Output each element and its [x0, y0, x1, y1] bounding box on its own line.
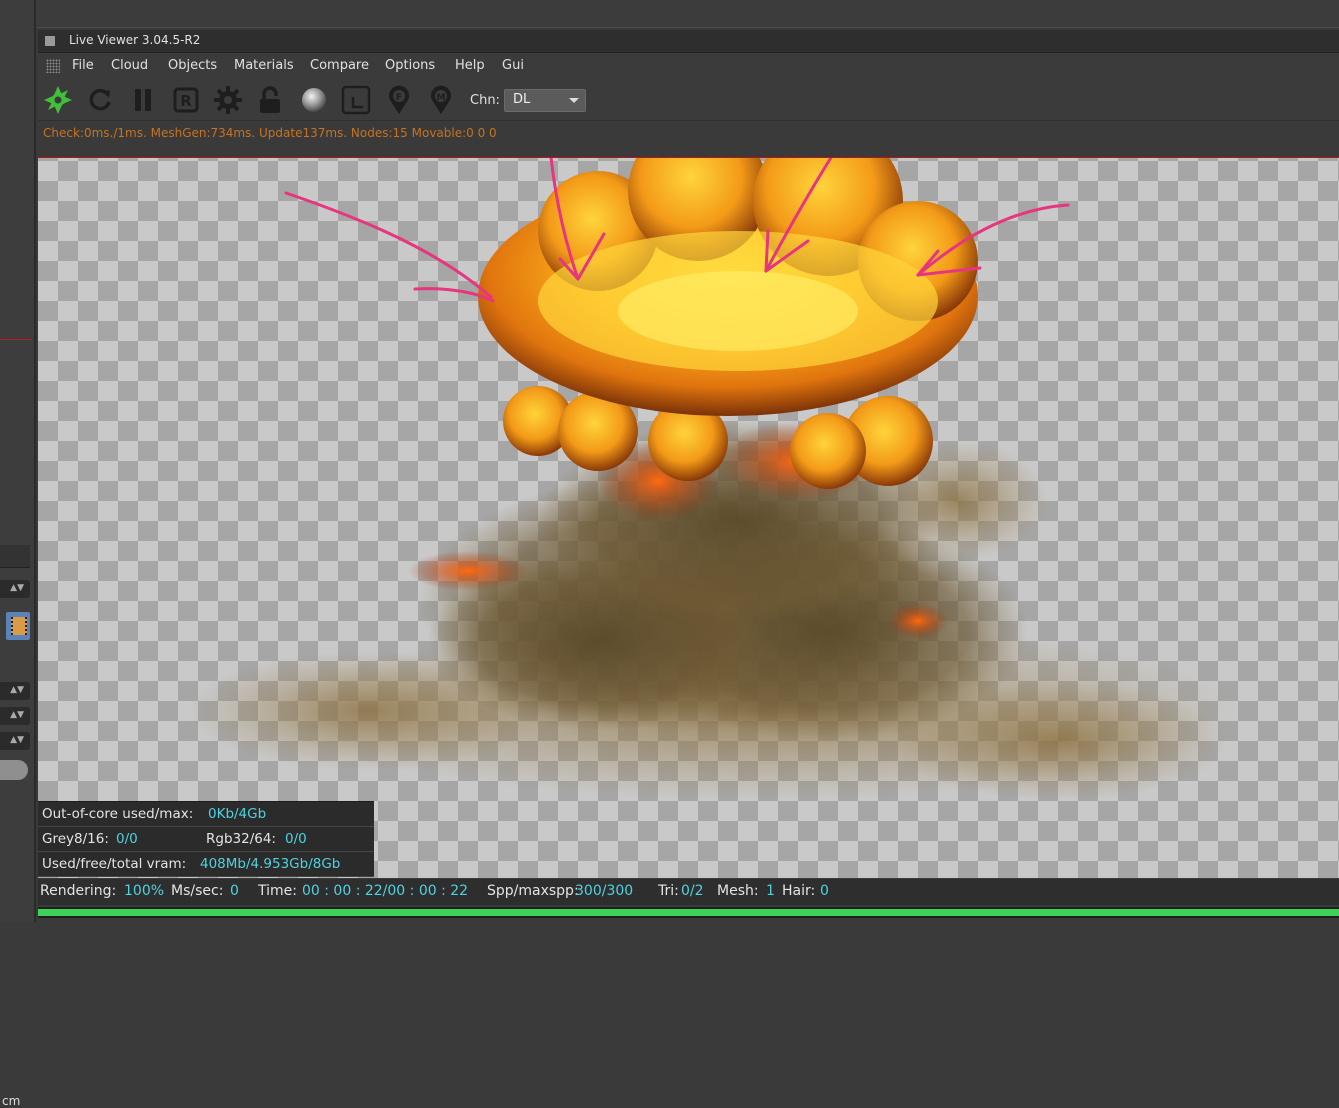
region-render-icon[interactable]: [341, 85, 371, 115]
render-image: [188, 121, 1238, 801]
window-icon: [45, 36, 55, 46]
channel-select[interactable]: DL: [504, 89, 586, 112]
menu-cloud[interactable]: Cloud: [111, 58, 148, 73]
r-lock-icon[interactable]: R: [171, 85, 201, 115]
settings-gear-icon[interactable]: [213, 85, 243, 115]
memory-info-panel: Out-of-core used/max: 0Kb/4Gb Grey8/16: …: [38, 801, 374, 877]
menu-file[interactable]: File: [72, 58, 94, 73]
pause-icon[interactable]: [128, 85, 158, 115]
spp-label: Spp/maxspp:: [487, 883, 579, 899]
menu-help[interactable]: Help: [455, 58, 485, 73]
grip-icon[interactable]: [46, 59, 60, 73]
mssec-value: 0: [230, 883, 239, 899]
host-top-bar: [36, 0, 1339, 28]
side-spinner[interactable]: ▲▼: [0, 707, 30, 725]
refresh-icon[interactable]: [85, 85, 115, 115]
side-spinner[interactable]: ▲▼: [0, 682, 30, 700]
out-of-core-label: Out-of-core used/max:: [42, 806, 194, 822]
rendering-label: Rendering:: [40, 883, 117, 899]
texture-row: Grey8/16: 0/0 Rgb32/64: 0/0: [38, 827, 374, 852]
lock-icon[interactable]: [255, 85, 285, 115]
time-label: Time:: [258, 883, 297, 899]
render-stats-text: Check:0ms./1ms. MeshGen:734ms. Update137…: [43, 126, 497, 140]
out-of-core-value: 0Kb/4Gb: [208, 806, 267, 822]
side-spinner[interactable]: ▲▼: [0, 580, 30, 598]
rgb-label: Rgb32/64:: [206, 831, 276, 847]
material-sphere-icon[interactable]: [299, 85, 329, 115]
host-side-panel: cm ▲▼ ▲▼ ▲▼ ▲▼: [0, 0, 36, 1108]
tri-label: Tri:: [658, 883, 679, 899]
side-spinner[interactable]: ▲▼: [0, 732, 30, 750]
unit-label: cm: [2, 1094, 21, 1108]
film-strip-icon[interactable]: [6, 612, 30, 640]
chevron-down-icon: [569, 98, 579, 103]
title-bar[interactable]: Live Viewer 3.04.5-R2: [38, 30, 1339, 53]
guide-line: [38, 157, 1339, 158]
octane-logo-icon[interactable]: [43, 85, 73, 115]
menu-options[interactable]: Options: [385, 58, 435, 73]
mesh-value: 1: [766, 883, 775, 899]
mesh-label: Mesh:: [717, 883, 759, 899]
time-value: 00 : 00 : 22/00 : 00 : 22: [302, 883, 469, 899]
status-bar: Rendering: 100% Ms/sec: 0 Time: 00 : 00 …: [38, 879, 1339, 905]
mssec-label: Ms/sec:: [171, 883, 224, 899]
toolbar: R F M Chn: DL: [38, 80, 1339, 121]
vram-value: 408Mb/4.953Gb/8Gb: [200, 856, 341, 872]
svg-text:M: M: [437, 93, 446, 103]
focus-pick-icon[interactable]: F: [384, 85, 414, 115]
rgb-value: 0/0: [285, 831, 307, 847]
vram-label: Used/free/total vram:: [42, 856, 187, 872]
svg-text:R: R: [180, 92, 192, 110]
menu-compare[interactable]: Compare: [310, 58, 369, 73]
rendering-value: 100%: [124, 883, 165, 899]
guide-line: [0, 339, 32, 340]
render-viewport[interactable]: Check:0ms./1ms. MeshGen:734ms. Update137…: [38, 121, 1339, 878]
tri-value: 0/2: [681, 883, 704, 899]
grey-label: Grey8/16:: [42, 831, 109, 847]
menu-materials[interactable]: Materials: [234, 58, 294, 73]
window-title: Live Viewer 3.04.5-R2: [69, 33, 201, 47]
menu-gui[interactable]: Gui: [502, 58, 524, 73]
channel-value: DL: [513, 92, 531, 107]
spp-value: 300/300: [575, 883, 634, 899]
vram-row: Used/free/total vram: 408Mb/4.953Gb/8Gb: [38, 852, 374, 877]
side-toggle[interactable]: [0, 760, 28, 780]
menu-objects[interactable]: Objects: [168, 58, 217, 73]
unit-field[interactable]: cm: [0, 545, 30, 1108]
out-of-core-row: Out-of-core used/max: 0Kb/4Gb: [38, 802, 374, 827]
live-viewer-window: Live Viewer 3.04.5-R2 File Cloud Objects…: [38, 30, 1339, 922]
svg-text:F: F: [396, 93, 402, 103]
grey-value: 0/0: [116, 831, 138, 847]
channel-label: Chn:: [470, 93, 500, 108]
hair-value: 0: [820, 883, 829, 899]
material-pick-icon[interactable]: M: [426, 85, 456, 115]
hair-label: Hair:: [782, 883, 816, 899]
menu-bar: File Cloud Objects Materials Compare Opt…: [38, 53, 1339, 79]
render-progress-bar: [38, 907, 1339, 918]
render-progress-fill: [38, 909, 1339, 916]
